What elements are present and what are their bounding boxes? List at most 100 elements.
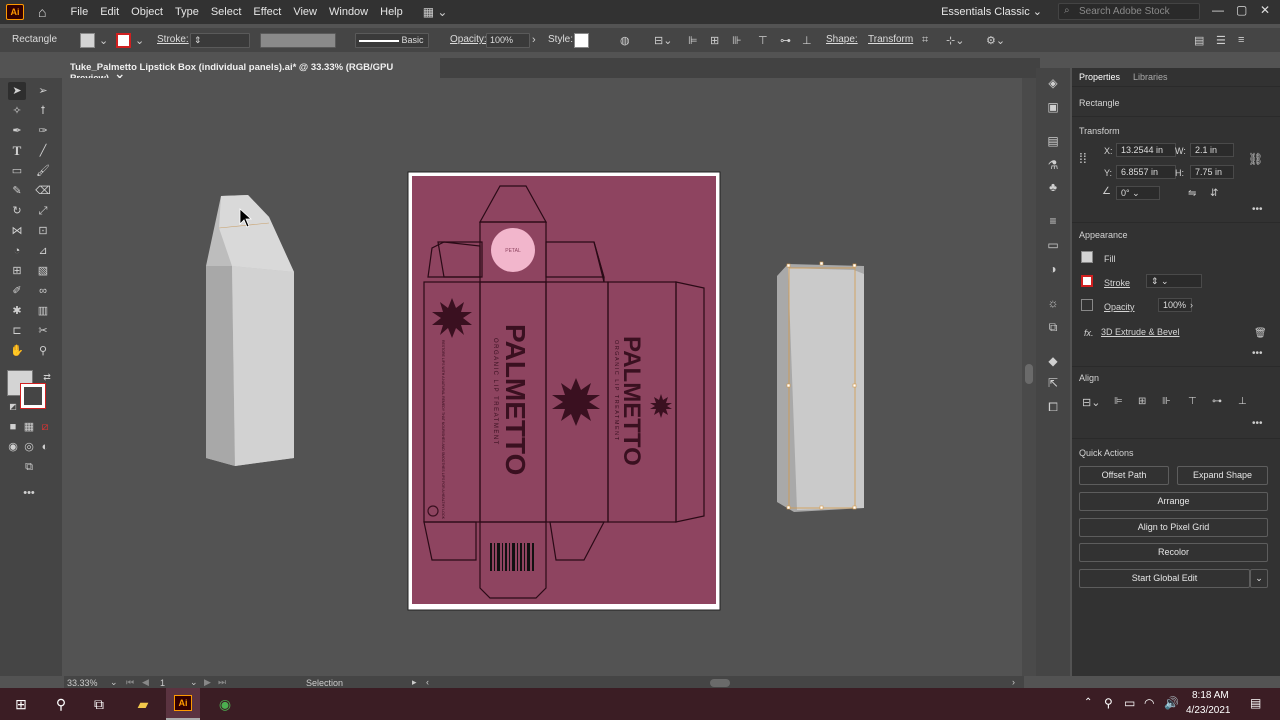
rotate-field[interactable]: 0° ⌄ (1116, 186, 1160, 200)
mesh-tool-icon[interactable]: ⊞ (8, 262, 26, 280)
stroke-swatch[interactable] (116, 33, 131, 48)
stroke-weight-appearance[interactable]: ⇕ ⌄ (1146, 274, 1202, 288)
minimize-button[interactable]: — (1212, 3, 1224, 17)
scroll-right-icon[interactable]: › (1012, 677, 1015, 687)
opacity-appearance-field[interactable]: 100% (1158, 298, 1192, 312)
panel-align-left-icon[interactable]: ⊫ (1114, 396, 1123, 407)
stroke-appearance-label[interactable]: Stroke (1104, 278, 1130, 288)
fill-dropdown-icon[interactable]: ⌄ (99, 34, 108, 47)
shape-builder-tool-icon[interactable]: ◔ (8, 242, 26, 260)
shape-label[interactable]: Shape: (826, 34, 858, 45)
network-icon[interactable]: ▭ (1124, 696, 1135, 710)
menu-edit[interactable]: Edit (94, 6, 125, 18)
reference-point-icon[interactable]: ⁞⁞ (1079, 150, 1087, 166)
export-icon[interactable]: ⇱ (1045, 376, 1061, 392)
control-menu-icon[interactable]: ≡ (1238, 34, 1244, 46)
stroke-appearance-swatch[interactable] (1081, 275, 1093, 287)
last-artboard-icon[interactable]: ⏭ (218, 677, 226, 688)
eraser-tool-icon[interactable]: ⌫ (34, 182, 52, 200)
effect-3d-extrude[interactable]: 3D Extrude & Bevel (1101, 327, 1180, 337)
brushes-icon[interactable]: ⚗ (1045, 158, 1061, 174)
panel-align-hcenter-icon[interactable]: ⊞ (1138, 396, 1146, 407)
align-pixel-grid-button[interactable]: Align to Pixel Grid (1079, 518, 1268, 537)
scale-tool-icon[interactable]: ⤢ (34, 202, 52, 220)
align-more-icon[interactable]: ••• (1252, 418, 1263, 429)
illustrator-taskbar-icon[interactable]: Ai (166, 688, 200, 720)
flip-vertical-icon[interactable]: ⇵ (1210, 188, 1218, 199)
align-middle-icon[interactable]: ⊶ (780, 34, 791, 47)
gradient-tool-icon[interactable]: ▧ (34, 262, 52, 280)
selection-tool-icon[interactable]: ➤ (8, 82, 26, 100)
next-artboard-icon[interactable]: ▶ (204, 677, 211, 688)
draw-inside-icon[interactable]: ◐ (36, 438, 54, 456)
menu-type[interactable]: Type (169, 6, 205, 18)
panel-align-top-icon[interactable]: ⊤ (1188, 396, 1197, 407)
fill-appearance-swatch[interactable] (1081, 251, 1093, 263)
status-menu-icon[interactable]: ▸ (412, 677, 417, 688)
tab-properties[interactable]: Properties (1079, 72, 1120, 82)
symbol-sprayer-tool-icon[interactable]: ✱ (8, 302, 26, 320)
panel-align-bottom-icon[interactable]: ⊥ (1238, 396, 1247, 407)
properties-panel-icon[interactable]: ◈ (1045, 76, 1061, 92)
gradient-panel-icon[interactable]: ▭ (1045, 238, 1061, 254)
rectangle-tool-icon[interactable]: ▭ (8, 162, 26, 180)
hand-tool-icon[interactable]: ✋ (8, 342, 26, 360)
tab-libraries[interactable]: Libraries (1133, 72, 1168, 82)
direct-selection-tool-icon[interactable]: ➢ (34, 82, 52, 100)
menu-view[interactable]: View (287, 6, 323, 18)
artboard-tool-icon[interactable]: ⊏ (8, 322, 26, 340)
home-icon[interactable]: ⌂ (38, 4, 46, 20)
transform-more-icon[interactable]: ••• (1252, 204, 1263, 215)
globe-icon[interactable]: ◍ (620, 34, 630, 47)
menu-effect[interactable]: Effect (247, 6, 287, 18)
align-bottom-icon[interactable]: ⊥ (802, 34, 812, 47)
stroke-panel-icon[interactable]: ≡ (1045, 214, 1061, 230)
appearance-icon[interactable]: ☼ (1045, 296, 1061, 312)
horizontal-scroll-thumb[interactable] (710, 679, 730, 687)
symbols-icon[interactable]: ♣ (1045, 180, 1061, 196)
panel-align-right-icon[interactable]: ⊪ (1162, 396, 1171, 407)
flip-horizontal-icon[interactable]: ⇋ (1188, 188, 1196, 199)
h-field[interactable]: 7.75 in (1190, 165, 1234, 179)
blend-tool-icon[interactable]: ∞ (34, 282, 52, 300)
zoom-tool-icon[interactable]: ⚲ (34, 342, 52, 360)
panel-align-vcenter-icon[interactable]: ⊶ (1212, 396, 1222, 407)
slice-tool-icon[interactable]: ✂ (34, 322, 52, 340)
chrome-icon[interactable]: ◉ (216, 696, 234, 712)
magic-wand-tool-icon[interactable]: ✧ (8, 102, 26, 120)
graphic-styles-icon[interactable]: ⧉ (1045, 320, 1061, 336)
workspace-switcher[interactable]: Essentials Classic ⌄ (941, 5, 1042, 18)
recolor-button[interactable]: Recolor (1079, 543, 1268, 562)
type-tool-icon[interactable]: T (8, 142, 26, 160)
global-edit-options-button[interactable]: ⌄ (1250, 569, 1268, 588)
opacity-arrow-icon[interactable]: › (532, 34, 536, 46)
search-stock-input[interactable]: ⌕ Search Adobe Stock (1058, 3, 1200, 20)
libraries-panel-icon[interactable]: ▣ (1045, 100, 1061, 116)
none-mode-icon[interactable]: ⧄ (36, 418, 54, 436)
opacity-arrow-icon[interactable]: › (1190, 300, 1193, 310)
paintbrush-tool-icon[interactable]: 🖌 (34, 162, 52, 180)
delete-effect-icon[interactable]: 🗑 (1254, 328, 1267, 339)
w-field[interactable]: 2.1 in (1190, 143, 1234, 157)
layers-icon[interactable]: ◆ (1045, 354, 1061, 370)
microphone-icon[interactable]: ⚲ (1104, 696, 1113, 710)
style-swatch[interactable] (574, 33, 589, 48)
scroll-left-icon[interactable]: ‹ (426, 677, 429, 687)
artboard-dropdown-icon[interactable]: ⌄ (190, 677, 198, 688)
taskbar-search-icon[interactable]: ⚲ (52, 696, 70, 712)
zoom-level-field[interactable]: 33.33% (67, 678, 98, 688)
transform-label[interactable]: Transform (868, 34, 913, 45)
task-view-icon[interactable]: ⧉ (90, 696, 108, 712)
opacity-appearance-label[interactable]: Opacity (1104, 302, 1135, 312)
artboard-number-field[interactable]: 1 (160, 678, 165, 688)
menu-help[interactable]: Help (374, 6, 409, 18)
pen-tool-icon[interactable]: ✒ (8, 122, 26, 140)
box-3d-right[interactable] (777, 261, 864, 512)
x-field[interactable]: 13.2544 in (1116, 143, 1176, 157)
scroll-thumb[interactable] (1025, 364, 1033, 384)
align-left-icon[interactable]: ⊫ (688, 34, 698, 47)
perspective-grid-tool-icon[interactable]: ⊿ (34, 242, 52, 260)
align-top-icon[interactable]: ⊤ (758, 34, 768, 47)
constrain-proportions-icon[interactable]: ⛓ (1248, 152, 1263, 166)
canvas[interactable]: PETAL PALMETTO ORGANIC LIP TREATMENT PAL… (64, 78, 1022, 676)
